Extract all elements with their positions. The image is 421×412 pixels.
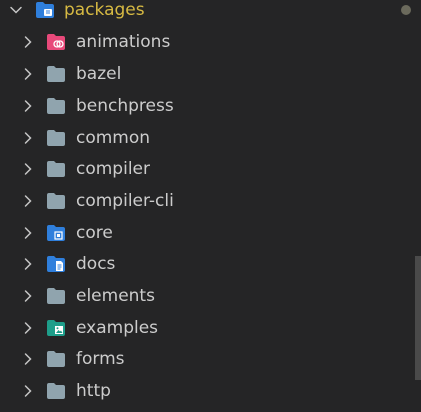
folder-row-docs[interactable]: docs [0,248,410,280]
chevron-right-icon[interactable] [20,98,36,114]
folder-icon [46,350,66,368]
chevron-right-icon[interactable] [20,320,36,336]
folder-row-packages[interactable]: packages [0,0,411,26]
chevron-down-icon[interactable] [8,2,24,18]
chevron-right-icon[interactable] [20,225,36,241]
folder-icon [46,129,66,147]
folder-row-benchpress[interactable]: benchpress [0,90,410,122]
chevron-right-icon[interactable] [20,256,36,272]
folder-icon [46,160,66,178]
chevron-right-icon[interactable] [20,161,36,177]
folder-label-elements: elements [76,286,155,306]
folder-animations-icon [46,33,66,51]
folder-label-bazel: bazel [76,64,122,84]
folder-label-compiler: compiler [76,159,150,179]
folder-label-http: http [76,381,111,401]
folder-label-docs: docs [76,254,116,274]
chevron-right-icon[interactable] [20,288,36,304]
folder-row-http[interactable]: http [0,375,410,407]
chevron-right-icon[interactable] [20,383,36,399]
folder-row-elements[interactable]: elements [0,280,410,312]
folder-row-bazel[interactable]: bazel [0,58,410,90]
folder-row-animations[interactable]: animations [0,26,410,58]
folder-label-common: common [76,128,151,148]
chevron-right-icon[interactable] [20,351,36,367]
folder-open-special-icon [35,1,55,19]
folder-label-core: core [76,223,113,243]
folder-row-forms[interactable]: forms [0,343,410,375]
folder-row-core[interactable]: core [0,217,410,249]
folder-icon [46,287,66,305]
folder-icon [46,192,66,210]
folder-label-benchpress: benchpress [76,96,174,116]
chevron-right-icon[interactable] [20,193,36,209]
chevron-right-icon[interactable] [20,130,36,146]
folder-row-common[interactable]: common [0,122,410,154]
folder-label-examples: examples [76,318,159,338]
chevron-right-icon[interactable] [20,66,36,82]
chevron-right-icon[interactable] [20,34,36,50]
modified-status-dot [401,5,411,15]
folder-icon [46,97,66,115]
folder-examples-icon [46,319,66,337]
folder-row-examples[interactable]: examples [0,312,410,344]
folder-docs-icon [46,255,66,273]
folder-label-packages: packages [64,0,145,20]
folder-icon [46,382,66,400]
folder-core-icon [46,224,66,242]
folder-row-compiler[interactable]: compiler [0,153,410,185]
folder-label-compiler-cli: compiler-cli [76,191,174,211]
file-explorer-tree: packages animations bazel benchpress com… [0,0,421,412]
folder-label-animations: animations [76,32,171,52]
folder-label-forms: forms [76,349,125,369]
vertical-scrollbar-thumb[interactable] [415,256,421,380]
folder-icon [46,65,66,83]
folder-row-compiler-cli[interactable]: compiler-cli [0,185,410,217]
